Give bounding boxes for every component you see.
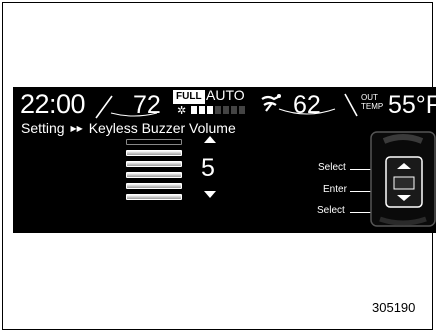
volume-level-segment — [126, 161, 182, 167]
select-up-callout: Select — [318, 162, 346, 173]
volume-level-bars — [126, 137, 182, 207]
fan-icon: ✲ — [177, 105, 187, 117]
volume-level-segment — [126, 194, 182, 200]
volume-level-segment — [126, 172, 182, 178]
volume-level-segment — [126, 139, 182, 145]
breadcrumb-current: Keyless Buzzer Volume — [88, 120, 236, 136]
volume-level-segment — [126, 183, 182, 189]
volume-value: 5 — [201, 154, 215, 182]
fan-mode: AUTO — [206, 87, 245, 103]
status-bar: 22:00 72 FULL AUTO ✲ 62 OUT TEMP 55°F — [13, 87, 436, 119]
breadcrumb: Setting ▶▶ Keyless Buzzer Volume — [21, 120, 236, 136]
driver-temp: 72 — [133, 91, 161, 119]
fan-level-segment — [199, 106, 205, 114]
enter-callout: Enter — [323, 184, 347, 195]
breadcrumb-root: Setting — [21, 120, 65, 136]
fan-status: FULL AUTO ✲ — [173, 87, 253, 117]
display-screen: 22:00 72 FULL AUTO ✲ 62 OUT TEMP 55°F Se… — [13, 87, 436, 233]
fan-mode-badge: FULL — [173, 90, 205, 104]
fan-level-segment — [231, 106, 237, 114]
outside-temp-label: OUT TEMP — [361, 93, 384, 111]
up-arrow-icon[interactable] — [204, 136, 216, 143]
fan-level-segment — [207, 106, 213, 114]
fan-level-segment — [191, 106, 197, 114]
down-arrow-icon[interactable] — [204, 191, 216, 198]
volume-level-segment — [126, 150, 182, 156]
passenger-temp: 62 — [293, 91, 321, 119]
fan-level-segment — [223, 106, 229, 114]
outside-temp: 55°F — [388, 91, 436, 119]
fan-level-segment — [215, 106, 221, 114]
fan-level-segment — [239, 106, 245, 114]
figure-id: 305190 — [372, 300, 416, 315]
clock: 22:00 — [20, 89, 86, 119]
select-down-callout: Select — [317, 205, 345, 216]
steering-switch-icon — [370, 131, 436, 227]
breadcrumb-separator: ▶▶ — [70, 124, 83, 133]
divider-slash-icon — [344, 93, 358, 117]
fan-level-bar — [191, 106, 245, 114]
